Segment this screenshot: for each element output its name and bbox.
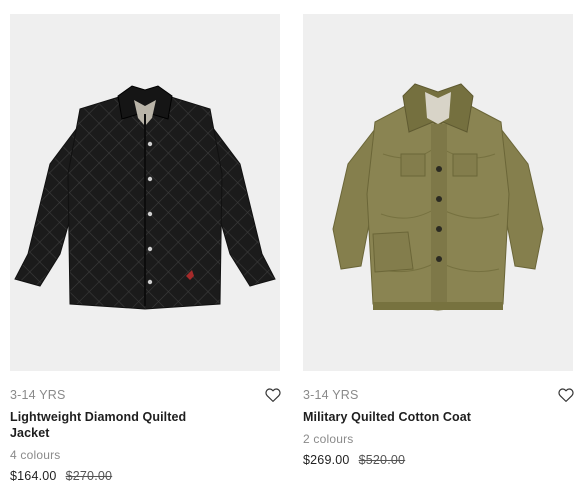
black-quilted-jacket-image: [14, 85, 276, 310]
age-range: 3-14 YRS: [10, 388, 66, 402]
sale-price: $269.00: [303, 453, 350, 467]
original-price: $520.00: [358, 453, 406, 467]
colour-count: 4 colours: [10, 448, 61, 462]
product-name[interactable]: Lightweight Diamond Quilted Jacket: [10, 409, 200, 441]
heart-outline-icon[interactable]: [557, 386, 575, 404]
original-price: $270.00: [65, 469, 113, 483]
price-row: $164.00 $270.00: [10, 469, 280, 483]
price-row: $269.00 $520.00: [303, 453, 573, 467]
product-image[interactable]: [303, 14, 573, 371]
age-range: 3-14 YRS: [303, 388, 359, 402]
product-name[interactable]: Military Quilted Cotton Coat: [303, 409, 493, 425]
sale-price: $164.00: [10, 469, 57, 483]
olive-quilted-coat-image: [332, 83, 544, 311]
colour-count: 2 colours: [303, 432, 354, 446]
product-image[interactable]: [10, 14, 280, 371]
heart-outline-icon[interactable]: [264, 386, 282, 404]
product-card[interactable]: 3-14 YRS Military Quilted Cotton Coat 2 …: [303, 14, 575, 467]
product-grid: 3-14 YRS Lightweight Diamond Quilted Jac…: [0, 0, 579, 492]
product-card[interactable]: 3-14 YRS Lightweight Diamond Quilted Jac…: [10, 14, 282, 483]
